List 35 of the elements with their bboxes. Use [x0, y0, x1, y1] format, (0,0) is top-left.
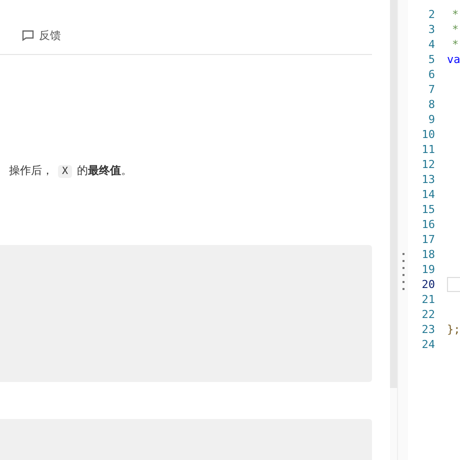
code-text: * — [451, 22, 460, 37]
resize-handle[interactable] — [397, 0, 408, 460]
line-number: 14 — [420, 187, 435, 202]
line-number: 5 — [427, 52, 435, 67]
line-number: 8 — [427, 97, 435, 112]
current-line-highlight — [447, 277, 460, 292]
line-number: 18 — [420, 247, 435, 262]
line-number: 10 — [420, 127, 435, 142]
code-editor[interactable]: 2 * 3 * 4 * 5 va 6 7 8 9 10 11 12 13 14 15 16 17 18 19 20 21 22 23 }; 24 — [408, 0, 460, 460]
line-number: 3 — [427, 22, 435, 37]
code-text: * — [451, 7, 460, 22]
line-number: 23 — [420, 322, 435, 337]
line-number: 15 — [420, 202, 435, 217]
line-number: 7 — [427, 82, 435, 97]
line-number: 13 — [420, 172, 435, 187]
grip-icon — [402, 252, 404, 290]
line-number: 2 — [427, 7, 435, 22]
code-text: va — [447, 52, 460, 67]
line-number: 16 — [420, 217, 435, 232]
line-number: 21 — [420, 292, 435, 307]
line-number: 6 — [427, 67, 435, 82]
feedback-link[interactable]: 反馈 — [39, 28, 61, 42]
code-text: * — [451, 37, 460, 52]
line-number: 12 — [420, 157, 435, 172]
code-text: }; — [447, 322, 460, 337]
comment-icon — [22, 30, 34, 40]
line-number: 20 — [420, 277, 435, 292]
line-number: 19 — [420, 262, 435, 277]
line-number: 17 — [420, 232, 435, 247]
line-number: 9 — [427, 112, 435, 127]
line-number: 24 — [420, 337, 435, 352]
line-number: 4 — [427, 37, 435, 52]
line-number: 22 — [420, 307, 435, 322]
line-number: 11 — [420, 142, 435, 157]
problem-text: 操作后， X 的最终值。 — [9, 163, 134, 180]
